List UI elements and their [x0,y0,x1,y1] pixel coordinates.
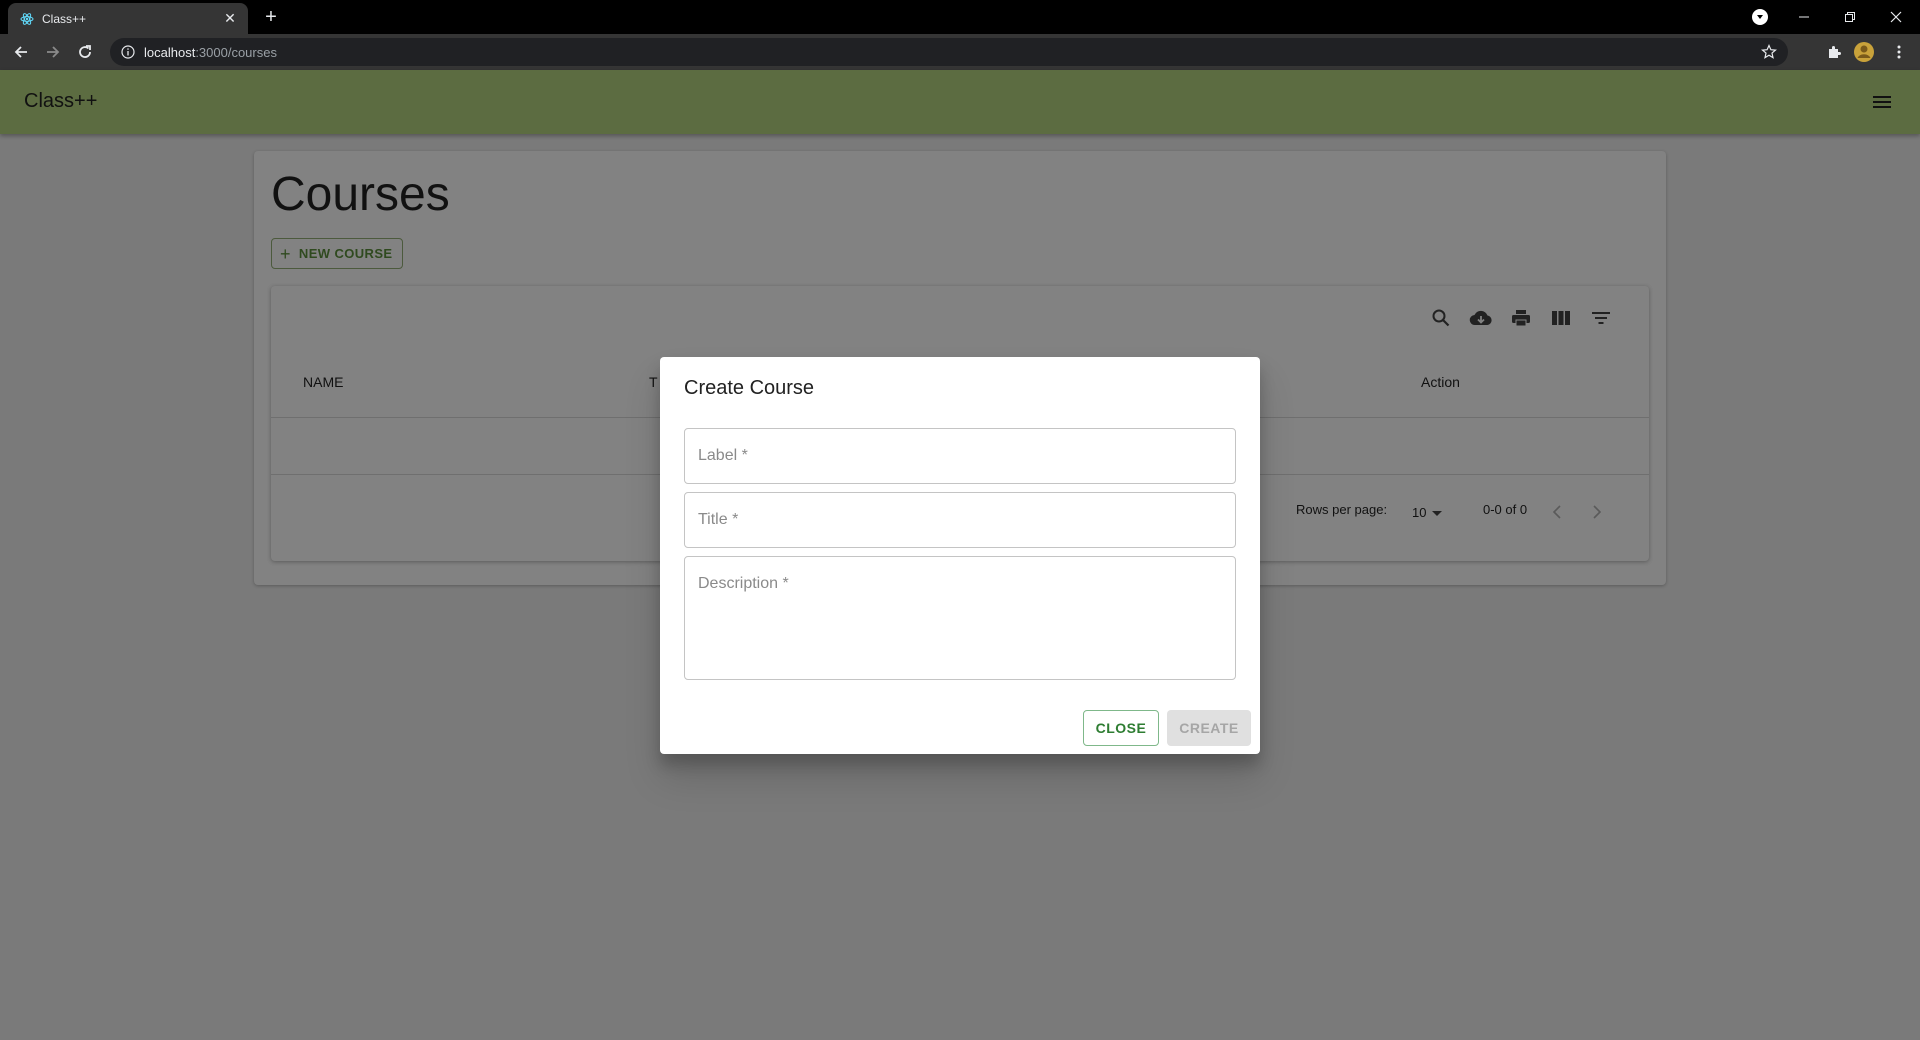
minimize-icon[interactable] [1784,0,1824,34]
reload-icon[interactable] [73,40,97,64]
table-toolbar [1421,302,1621,334]
description-textarea[interactable] [685,557,1235,679]
back-icon[interactable] [9,40,33,64]
rows-per-page-label: Rows per page: [1296,502,1388,517]
url-host: localhost [144,44,196,60]
description-field-wrapper [684,556,1236,680]
browser-toolbar: localhost:3000/courses [0,34,1920,70]
browser-menu-icon[interactable] [1887,40,1911,64]
label-input[interactable] [685,429,1235,483]
page-title: Courses [271,168,450,221]
hamburger-menu-icon[interactable] [1870,90,1894,114]
profile-avatar-icon[interactable] [1852,40,1876,64]
new-tab-icon[interactable]: + [260,6,282,28]
app-bar: Class++ [0,70,1920,134]
new-course-button[interactable]: + NEW COURSE [271,238,404,269]
column-header-title[interactable]: T [649,374,658,390]
create-course-dialog: Create Course CLOSE CREATE [660,357,1260,754]
browser-tab-bar: Class++ ✕ + [0,0,1920,34]
next-page-icon[interactable] [1585,500,1609,524]
pagination-range: 0-0 of 0 [1483,502,1528,517]
label-field-wrapper [684,428,1236,484]
dropdown-arrow-icon [1432,505,1443,520]
plus-icon: + [280,243,291,264]
bookmark-star-icon[interactable] [1760,43,1778,61]
tab-close-icon[interactable]: ✕ [222,10,238,27]
dialog-title: Create Course [684,377,815,399]
media-control-icon[interactable] [1752,9,1768,25]
search-icon[interactable] [1421,302,1461,334]
new-course-label: NEW COURSE [298,246,393,261]
tab-title: Class++ [42,11,87,26]
close-button[interactable]: CLOSE [1083,710,1159,746]
view-column-icon[interactable] [1541,302,1581,334]
react-favicon-icon [20,12,34,26]
column-header-action: Action [1421,374,1460,390]
rows-per-page-value: 10 [1412,505,1427,520]
restore-icon[interactable] [1830,0,1870,34]
create-button[interactable]: CREATE [1167,710,1251,746]
app-brand[interactable]: Class++ [24,90,97,113]
window-close-icon[interactable] [1876,0,1916,34]
title-field-wrapper [684,492,1236,548]
filter-icon[interactable] [1581,302,1621,334]
browser-tab[interactable]: Class++ ✕ [8,3,248,34]
column-header-name[interactable]: NAME [303,374,343,390]
extensions-puzzle-icon[interactable] [1822,40,1846,64]
rows-per-page-select[interactable]: 10 [1412,505,1443,520]
url-path: :3000/courses [195,44,277,60]
address-bar[interactable]: localhost:3000/courses [110,38,1788,66]
cloud-download-icon[interactable] [1461,302,1501,334]
previous-page-icon[interactable] [1545,500,1569,524]
print-icon[interactable] [1501,302,1541,334]
forward-icon[interactable] [41,40,65,64]
title-input[interactable] [685,493,1235,547]
site-info-icon[interactable] [120,44,136,60]
